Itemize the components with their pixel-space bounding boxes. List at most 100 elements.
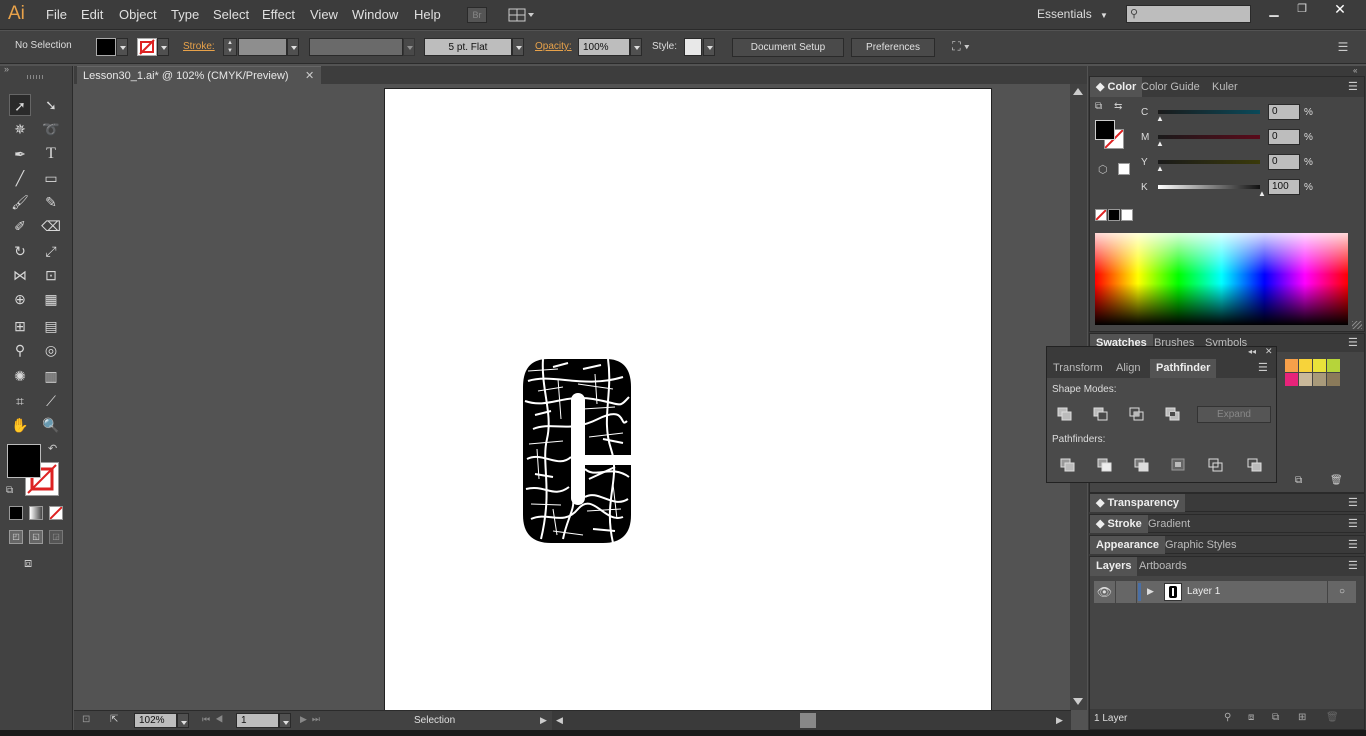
color-mode-button[interactable] (9, 506, 23, 520)
blob-brush-tool-icon[interactable]: ✐ (9, 215, 31, 237)
outline-button[interactable] (1208, 458, 1224, 475)
swap-fill-stroke-icon[interactable]: ↶ (48, 442, 57, 455)
stroke-menu-icon[interactable]: ☰ (1348, 517, 1358, 530)
swatch[interactable] (1299, 359, 1312, 372)
width-tool-icon[interactable]: ⋈ (9, 264, 31, 286)
channel-y-slider[interactable] (1158, 160, 1260, 164)
tab-pathfinder[interactable]: Pathfinder (1150, 359, 1217, 378)
magic-wand-tool-icon[interactable]: ✵ (9, 118, 31, 140)
swatch-grid[interactable] (1285, 359, 1347, 387)
color-panel-fill[interactable] (1095, 120, 1115, 140)
layers-panel-menu-icon[interactable]: ☰ (1348, 559, 1358, 572)
opacity-dropdown[interactable] (630, 38, 642, 56)
lock-toggle[interactable] (1117, 581, 1137, 603)
none-mode-button[interactable] (49, 506, 63, 520)
menu-window[interactable]: Window (352, 7, 398, 22)
visibility-eye-icon[interactable]: 👁 (1094, 581, 1116, 603)
variable-width-dropdown[interactable] (403, 38, 415, 56)
transparency-menu-icon[interactable]: ☰ (1348, 496, 1358, 509)
pathfinder-panel-menu-icon[interactable]: ☰ (1258, 361, 1268, 374)
scroll-down-icon[interactable] (1073, 698, 1083, 705)
channel-m-slider[interactable] (1158, 135, 1260, 139)
symbol-sprayer-tool-icon[interactable]: ✺ (9, 365, 31, 387)
artboard-tool-icon[interactable]: ⌗ (9, 390, 31, 412)
menu-select[interactable]: Select (213, 7, 249, 22)
swatch[interactable] (1327, 359, 1340, 372)
menu-object[interactable]: Object (119, 7, 157, 22)
horizontal-scroll-thumb[interactable] (800, 713, 816, 728)
trim-button[interactable] (1097, 458, 1113, 475)
artboard-dropdown[interactable] (279, 713, 291, 728)
selection-tool-icon[interactable]: ➚ (9, 94, 31, 116)
color-spectrum[interactable] (1095, 233, 1348, 325)
color-panel-menu-icon[interactable]: ☰ (1348, 80, 1358, 93)
delete-layer-icon[interactable]: 🗑 (1326, 712, 1339, 723)
pathfinder-title-bar[interactable]: ◂◂ ✕ (1047, 346, 1276, 359)
swatch[interactable] (1313, 359, 1326, 372)
eraser-tool-icon[interactable]: ⌫ (40, 215, 62, 237)
tab-stroke[interactable]: ◆ Stroke (1090, 515, 1148, 533)
shape-builder-tool-icon[interactable]: ⊕ (9, 288, 31, 310)
out-of-gamut-icon[interactable]: ⬡ (1098, 163, 1108, 176)
collapse-dock-icon[interactable]: « (1353, 66, 1366, 76)
quick-black-swatch[interactable] (1108, 209, 1120, 221)
delete-swatch-icon[interactable]: 🗑 (1330, 475, 1343, 486)
collapse-toolbox-icon[interactable]: » (4, 64, 9, 74)
channel-k-handle[interactable]: ▲ (1258, 189, 1266, 198)
new-sublayer-icon[interactable]: ⧉ (1272, 712, 1279, 723)
channel-y-input[interactable]: 0 (1268, 154, 1300, 170)
intersect-button[interactable] (1129, 407, 1145, 424)
tab-transform[interactable]: Transform (1047, 359, 1109, 378)
channel-c-handle[interactable]: ▲ (1156, 114, 1164, 123)
locate-object-icon[interactable]: ⚲ (1224, 712, 1231, 723)
minimize-button[interactable]: ▁ (1262, 3, 1286, 19)
menu-help[interactable]: Help (414, 7, 441, 22)
direct-selection-tool-icon[interactable]: ➘ (40, 94, 62, 116)
share-icon[interactable]: ⇱ (110, 714, 118, 725)
channel-k-input[interactable]: 100 (1268, 179, 1300, 195)
crop-button[interactable] (1171, 458, 1187, 475)
divide-button[interactable] (1060, 458, 1076, 475)
bridge-button[interactable]: Br (467, 7, 487, 23)
stroke-weight-input[interactable] (238, 38, 287, 56)
layer-row[interactable]: 👁 ▶ Layer 1 ○ (1094, 581, 1356, 603)
menu-view[interactable]: View (310, 7, 338, 22)
default-fill-stroke-icon[interactable]: ⧉ (6, 485, 13, 496)
cracked-letter-g-artwork[interactable] (523, 359, 631, 543)
merge-button[interactable] (1134, 458, 1150, 475)
channel-c-slider[interactable] (1158, 110, 1260, 114)
appearance-menu-icon[interactable]: ☰ (1348, 538, 1358, 551)
rectangle-tool-icon[interactable]: ▭ (40, 167, 62, 189)
swatch[interactable] (1327, 373, 1340, 386)
screen-mode-icon[interactable]: ⧈ (24, 555, 46, 571)
draw-normal-icon[interactable]: ◰ (9, 530, 23, 544)
graphic-style-swatch[interactable] (684, 38, 702, 56)
draw-behind-icon[interactable]: ◱ (29, 530, 43, 544)
minus-front-button[interactable] (1093, 407, 1109, 424)
transparency-panel-header[interactable]: ◆ Transparency ☰ (1089, 493, 1365, 512)
target-circle-icon[interactable]: ○ (1327, 581, 1356, 603)
fill-indicator[interactable] (7, 444, 41, 478)
arrange-documents-button[interactable] (507, 7, 537, 23)
stroke-weight-dropdown[interactable] (287, 38, 299, 56)
blend-tool-icon[interactable]: ◎ (40, 339, 62, 361)
scroll-left-icon[interactable]: ◀ (556, 715, 563, 726)
toolbox-grip[interactable] (27, 75, 45, 79)
workspace-switcher[interactable]: Essentials ▼ (1037, 7, 1108, 21)
stroke-dropdown[interactable] (157, 38, 169, 56)
channel-k-slider[interactable] (1158, 185, 1260, 189)
channel-y-handle[interactable]: ▲ (1156, 164, 1164, 173)
menu-effect[interactable]: Effect (262, 7, 295, 22)
variable-width-profile[interactable] (309, 38, 403, 56)
artboard-nav-icon[interactable]: ⊡ (82, 714, 90, 725)
control-panel-menu-icon[interactable]: ☰ (1334, 40, 1352, 54)
column-graph-tool-icon[interactable]: ▥ (40, 365, 62, 387)
menu-edit[interactable]: Edit (81, 7, 103, 22)
gradient-mode-button[interactable] (29, 506, 43, 520)
menu-type[interactable]: Type (171, 7, 199, 22)
artboard[interactable] (384, 88, 992, 712)
layer-name[interactable]: Layer 1 (1187, 586, 1220, 597)
help-search-input[interactable]: ⚲ (1126, 5, 1251, 23)
swatch[interactable] (1285, 359, 1298, 372)
lasso-tool-icon[interactable]: ➰ (40, 118, 62, 140)
